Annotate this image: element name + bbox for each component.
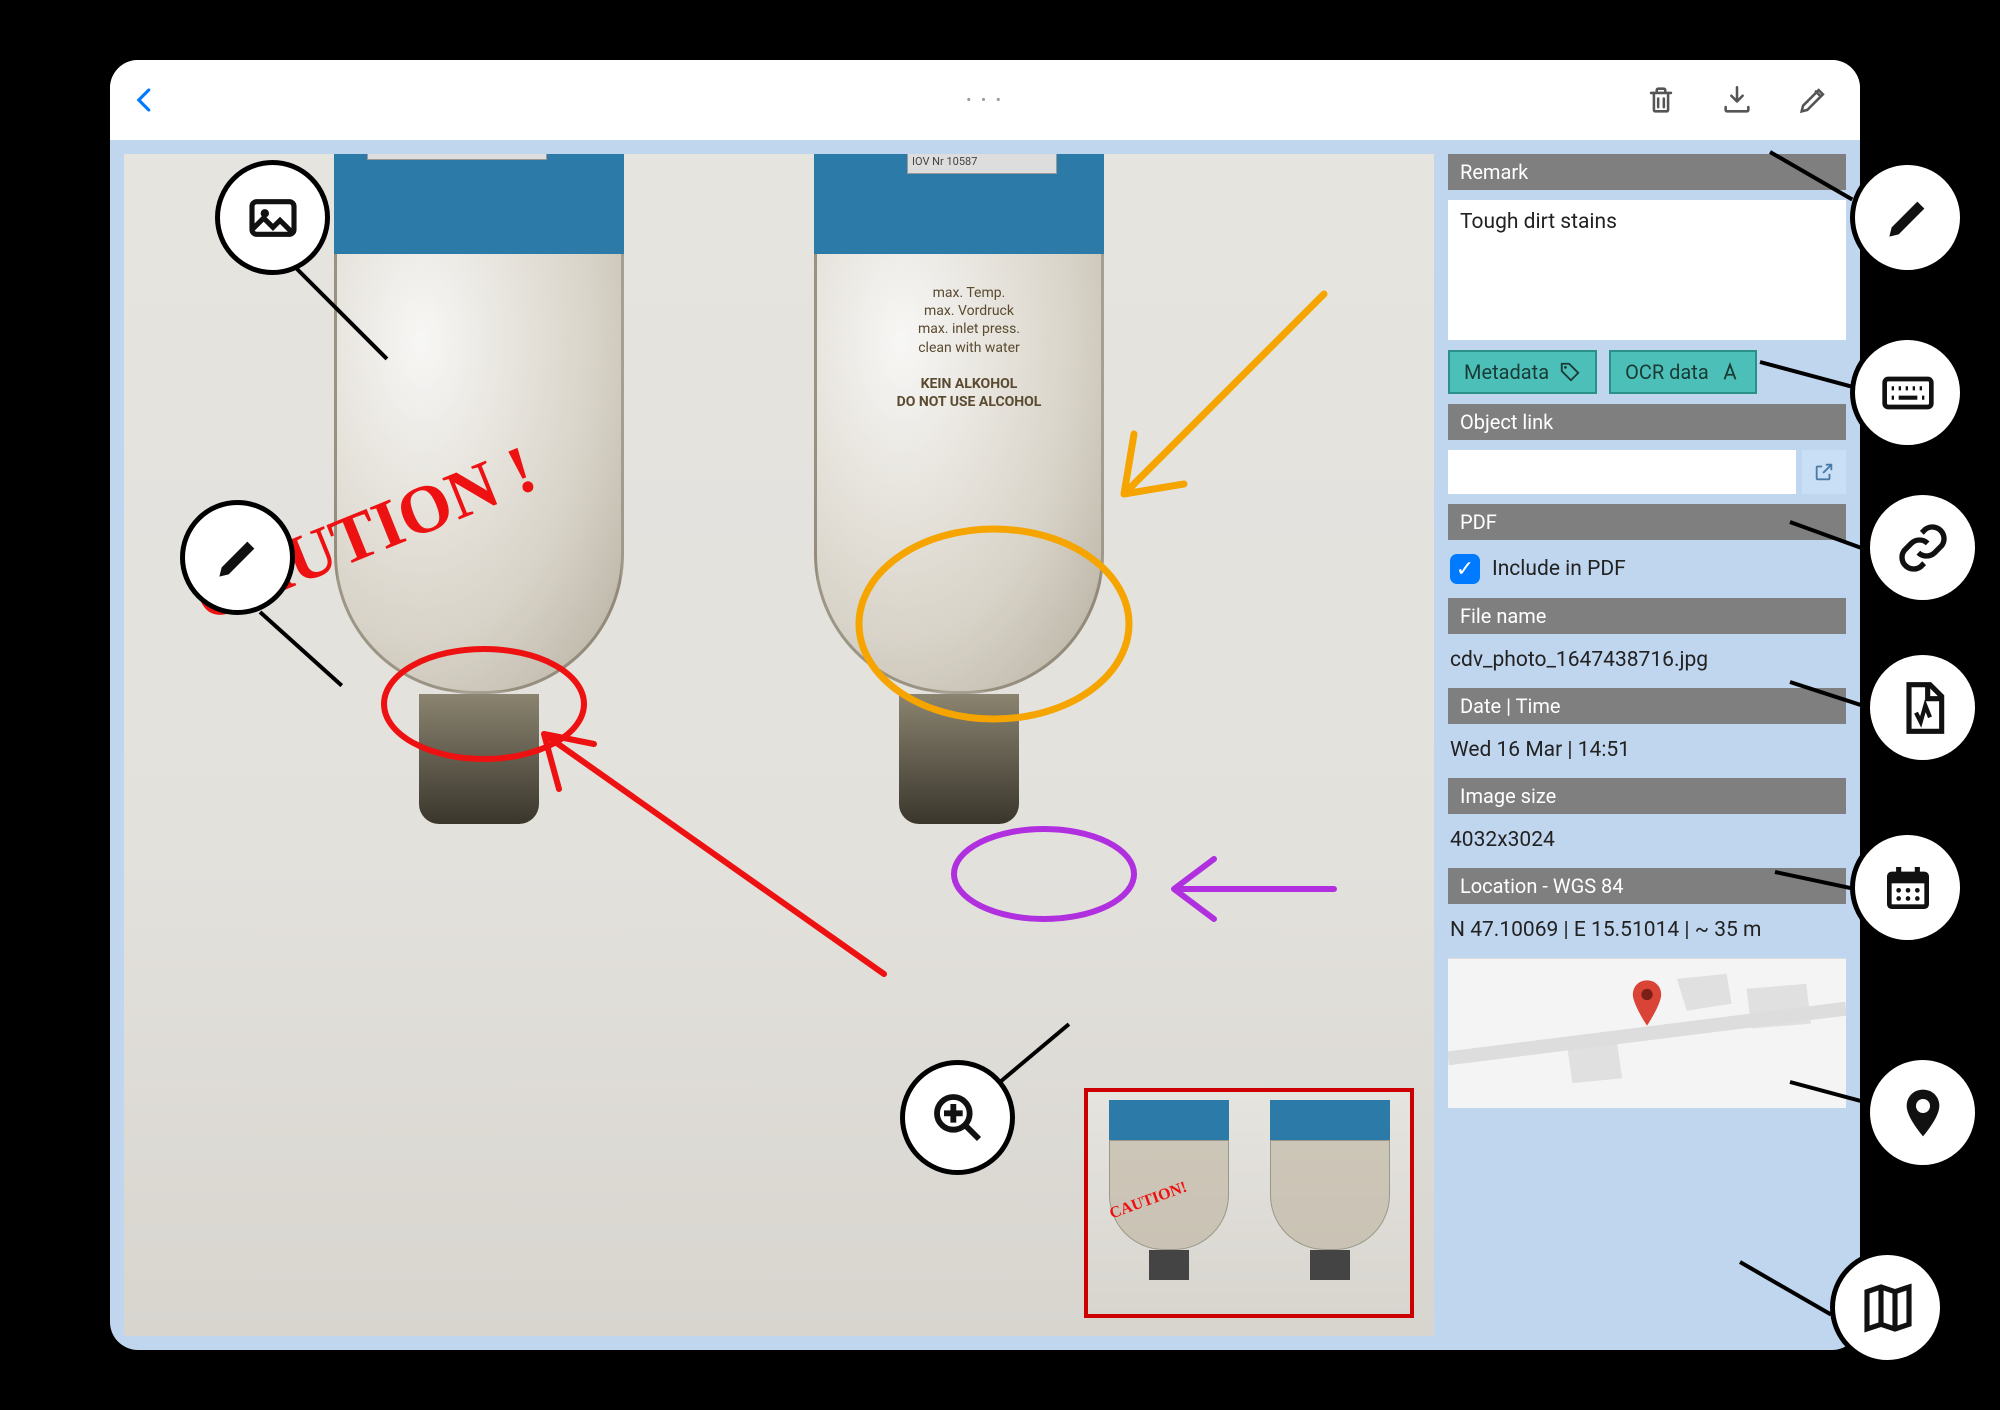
bowl-label-press: max. inlet press. [918,321,1020,337]
callout-pencil-icon [180,500,295,615]
include-pdf-checkbox[interactable]: ✓ [1450,554,1480,584]
bowl-label-noalc: DO NOT USE ALCOHOL [897,394,1042,410]
ocrdata-chip[interactable]: OCR data [1609,350,1757,394]
datetime-value: Wed 16 Mar | 14:51 [1448,734,1846,768]
callout-map-icon [1830,1250,1945,1365]
ocrdata-chip-label: OCR data [1625,360,1709,384]
include-pdf-label: Include in PDF [1492,557,1626,581]
metadata-chip-label: Metadata [1464,360,1549,384]
purple-circle-annotation [944,814,1164,944]
map-pin-icon [1630,980,1664,1026]
open-link-button[interactable] [1802,450,1846,494]
back-button[interactable] [130,85,160,115]
objectlink-header: Object link [1448,404,1846,440]
imagesize-header: Image size [1448,778,1846,814]
location-value: N 47.10069 | E 15.51014 | ~ 35 m [1448,914,1846,948]
font-icon [1719,361,1741,383]
objectlink-input[interactable] [1448,450,1796,494]
tablet-frame: • • • K 1/6-0.5M022 [70,20,1900,1390]
download-icon[interactable] [1720,83,1754,117]
metadata-chip[interactable]: Metadata [1448,350,1597,394]
drag-handle-dots: • • • [966,91,1004,109]
callout-edit-icon [1850,160,1965,275]
bowl-label-kein: KEIN ALKOHOL [921,376,1018,392]
content-row: K 1/6-0.5M022 1015 Typ IF 1/8Serie 3478I… [110,140,1860,1350]
bowl-label-clean: clean with water [918,340,1020,356]
map-preview[interactable] [1448,958,1846,1108]
orange-arrow-annotation [1084,274,1344,534]
trash-icon[interactable] [1644,83,1678,117]
callout-calendar-icon [1850,830,1965,945]
filename-header: File name [1448,598,1846,634]
edit-icon[interactable] [1796,83,1830,117]
details-sidebar: Remark Tough dirt stains Metadata OCR da… [1448,154,1846,1336]
minimap[interactable]: CAUTION! [1084,1088,1414,1318]
orange-circle-annotation [844,504,1164,744]
image-canvas[interactable]: K 1/6-0.5M022 1015 Typ IF 1/8Serie 3478I… [124,154,1434,1336]
topbar: • • • [110,60,1860,140]
purple-arrow-annotation [1144,834,1344,944]
pdf-header: PDF [1448,504,1846,540]
remark-textarea[interactable]: Tough dirt stains [1448,200,1846,340]
callout-zoom-icon [900,1060,1015,1175]
callout-location-icon [1865,1055,1980,1170]
external-link-icon [1813,461,1835,483]
imagesize-value: 4032x3024 [1448,824,1846,858]
callout-link-icon [1865,490,1980,605]
datetime-header: Date | Time [1448,688,1846,724]
callout-image-icon [215,160,330,275]
tag-icon [1559,361,1581,383]
bowl-label-vordruck: max. Vordruck [924,303,1014,319]
callout-pdf-icon [1865,650,1980,765]
bowl-label-temp: max. Temp. [933,285,1006,301]
filename-value: cdv_photo_1647438716.jpg [1448,644,1846,678]
callout-keyboard-icon [1850,335,1965,450]
